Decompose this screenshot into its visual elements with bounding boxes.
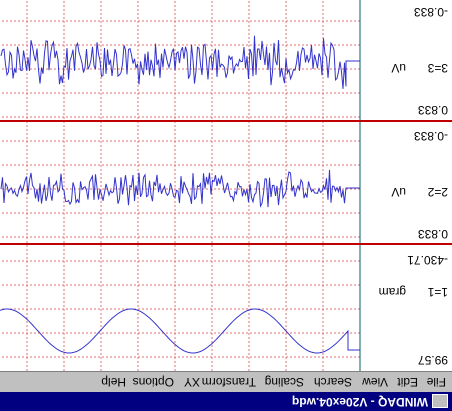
channel-3-bottom-value: -0.833: [413, 5, 448, 19]
menu-help[interactable]: Help: [101, 375, 126, 389]
title-bar[interactable]: WINDAQ - V20ex04.wdq: [0, 392, 452, 411]
channel-1-trace: [0, 308, 360, 354]
window-title: WINDAQ - V20ex04.wdq: [291, 395, 428, 409]
menu-edit[interactable]: Edit: [397, 375, 418, 389]
waveform-display[interactable]: [0, 0, 452, 371]
channel-3-unit: uV: [391, 61, 406, 75]
menu-bar: File Edit View Search Scaling Transform …: [0, 371, 452, 392]
screenshot-root: WINDAQ - V20ex04.wdq File Edit View Sear…: [0, 0, 452, 411]
app-icon: [432, 394, 448, 408]
menu-file[interactable]: File: [427, 375, 446, 389]
menu-transform[interactable]: Transform: [202, 375, 256, 389]
menu-options[interactable]: Options: [133, 375, 174, 389]
windaq-window: WINDAQ - V20ex04.wdq File Edit View Sear…: [0, 0, 452, 411]
channel-3-id: 3=3: [427, 61, 448, 75]
menu-xy[interactable]: XY: [184, 375, 200, 389]
menu-search[interactable]: Search: [314, 375, 352, 389]
channel-3-trace: [0, 35, 360, 89]
channel-2-bottom-value: -0.833: [413, 129, 448, 143]
plot-area[interactable]: 99.57 1=1 gram -430.71 0.833 2=2 uV -0.8…: [0, 0, 452, 371]
channel-1-id: 1=1: [427, 285, 448, 299]
channel-3-top-value: 0.833: [417, 103, 448, 117]
channel-1-bottom-value: -430.71: [407, 253, 448, 267]
menu-view[interactable]: View: [362, 375, 388, 389]
channel-2-unit: uV: [391, 185, 406, 199]
channel-1-unit: gram: [378, 285, 406, 299]
menu-scaling[interactable]: Scaling: [265, 375, 304, 389]
channel-1-top-value: 99.57: [417, 353, 448, 367]
channel-2-id: 2=2: [427, 185, 448, 199]
channel-2-top-value: 0.833: [417, 227, 448, 241]
